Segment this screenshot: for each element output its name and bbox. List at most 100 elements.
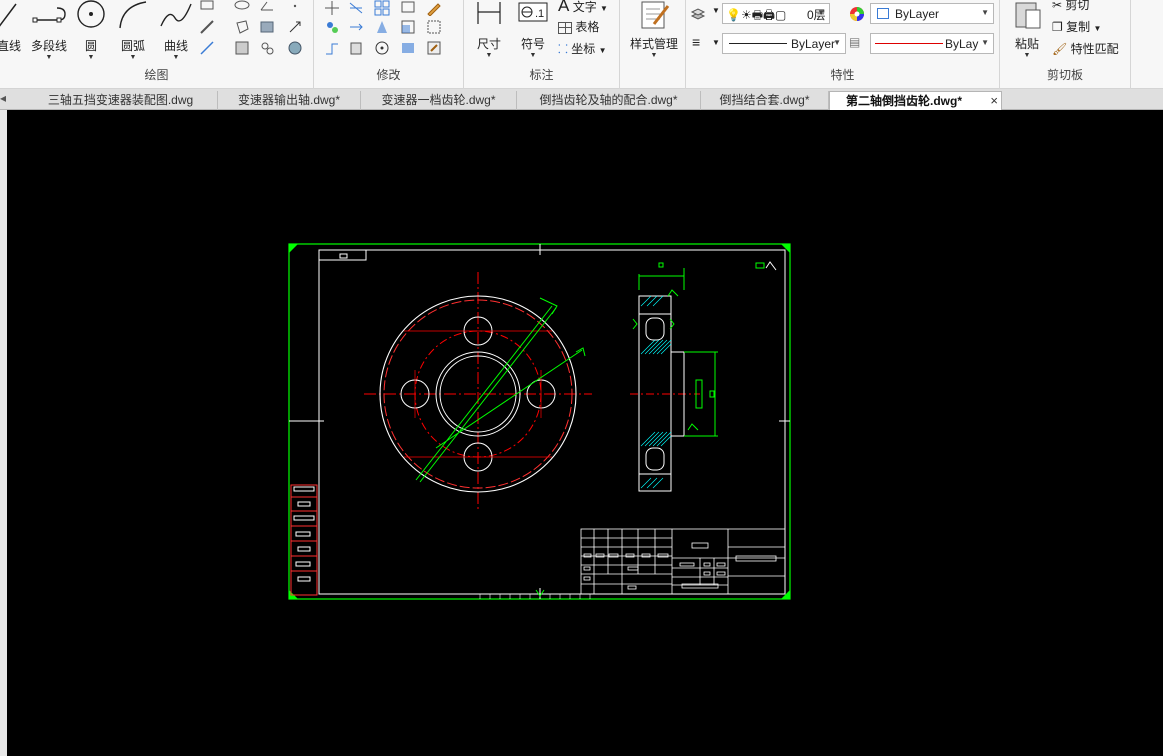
- tab-label: 变速器一档齿轮.dwg*: [381, 93, 496, 107]
- copy-object-icon[interactable]: [324, 19, 340, 35]
- paste-dropdown-arrow[interactable]: ▼: [1008, 52, 1046, 60]
- match-brush-icon: 🖌: [1052, 42, 1068, 56]
- circle-icon: [77, 0, 105, 28]
- scissors-icon: ✂: [1052, 0, 1063, 12]
- edit-icon[interactable]: [426, 0, 442, 16]
- properties-panel: ▼ 💡☀🖶🖨▢ 0层 ▼ ByLayer ▼ ≡ ▼ ByLayer ▼ ▤ B…: [686, 0, 1000, 89]
- curve-label: 曲线: [163, 39, 188, 53]
- extend-icon[interactable]: [348, 19, 364, 35]
- tab-first-gear[interactable]: 变速器一档齿轮.dwg*: [361, 91, 517, 110]
- color-wheel-icon[interactable]: [849, 6, 865, 22]
- array-icon[interactable]: [374, 0, 390, 16]
- style-manager-dropdown-arrow[interactable]: ▼: [624, 52, 684, 60]
- multiline-icon[interactable]: [259, 40, 275, 56]
- symbol-label: 符号: [520, 37, 545, 51]
- clipboard-panel: 粘贴 ▼ ✂ 剪切 ❐ 复制 ▼ 🖌 特性匹配 剪切板: [1000, 0, 1131, 89]
- cut-label: 剪切: [1065, 0, 1090, 12]
- app-window: 直线 多段线 ▼ 圆 ▼ 圆弧 ▼ 曲线 ▼ 绘图 修改 尺寸 ▼ .1 符号 …: [0, 0, 1163, 756]
- polyline-dropdown-arrow[interactable]: ▼: [27, 54, 71, 62]
- rotate-icon[interactable]: [374, 40, 390, 56]
- layer-manager-icon[interactable]: [690, 6, 706, 22]
- circle-label: 圆: [84, 39, 97, 53]
- block-icon[interactable]: [259, 19, 275, 35]
- dimension-button[interactable]: 尺寸 ▼: [472, 0, 506, 60]
- offset-icon[interactable]: [426, 19, 442, 35]
- point-icon[interactable]: [287, 0, 303, 16]
- angle-icon[interactable]: [259, 0, 275, 16]
- properties-panel-title: 特性: [830, 68, 855, 82]
- match-properties-button[interactable]: 🖌 特性匹配: [1052, 40, 1119, 57]
- region-icon[interactable]: [234, 19, 250, 35]
- text-label: 文字: [572, 0, 597, 14]
- construction-line-icon[interactable]: [199, 19, 215, 35]
- circle-button[interactable]: 圆 ▼: [74, 0, 108, 62]
- gear-front-view: [364, 272, 592, 512]
- stretch-icon[interactable]: [400, 0, 416, 16]
- paste-label: 粘贴: [1014, 37, 1039, 51]
- curve-dropdown-arrow[interactable]: ▼: [157, 54, 195, 62]
- lineweight-dropdown[interactable]: ByLay ▼: [870, 33, 994, 54]
- coordinate-button[interactable]: ⸬ 坐标 ▼: [558, 40, 607, 57]
- leader-icon[interactable]: [287, 19, 303, 35]
- explode-icon[interactable]: [400, 40, 416, 56]
- color-dropdown[interactable]: ByLayer ▼: [870, 3, 994, 24]
- arc-button[interactable]: 圆弧 ▼: [114, 0, 152, 62]
- mirror-icon[interactable]: [374, 19, 390, 35]
- paste-button[interactable]: 粘贴 ▼: [1008, 0, 1046, 60]
- style-manager-button[interactable]: 样式管理 ▼: [624, 0, 684, 60]
- move-icon[interactable]: [324, 0, 340, 16]
- text-icon: A: [558, 0, 570, 15]
- layer-dropdown[interactable]: 💡☀🖶🖨▢ 0层 ▼: [722, 3, 830, 24]
- wipeout-icon[interactable]: [287, 40, 303, 56]
- lineweight-icon[interactable]: ≡: [692, 34, 700, 50]
- scale-icon[interactable]: [400, 19, 416, 35]
- document-tab-bar: ◂ 三轴五挡变速器装配图.dwg 变速器输出轴.dwg* 变速器一档齿轮.dwg…: [0, 89, 1163, 111]
- symbol-dropdown-arrow[interactable]: ▼: [514, 52, 552, 60]
- frame-ticks: [479, 594, 591, 599]
- drawing-canvas[interactable]: [0, 110, 1163, 756]
- circle-dropdown-arrow[interactable]: ▼: [74, 54, 108, 62]
- hatch-icon[interactable]: [234, 40, 250, 56]
- tab-label: 倒挡结合套.dwg*: [719, 93, 810, 107]
- clipboard-panel-title: 剪切板: [1046, 68, 1083, 82]
- draw-panel-title: 绘图: [144, 68, 169, 82]
- tab-output-shaft[interactable]: 变速器输出轴.dwg*: [218, 91, 361, 110]
- layer-manager-arrow[interactable]: ▼: [712, 6, 720, 15]
- tab-second-shaft-reverse-gear[interactable]: 第二轴倒挡齿轮.dwg* ×: [829, 91, 1002, 111]
- linetype-scale-icon[interactable]: ▤: [849, 35, 860, 49]
- style-manager-icon: [641, 1, 670, 29]
- rectangle-icon[interactable]: [199, 0, 215, 16]
- text-button[interactable]: A 文字 ▼: [558, 0, 608, 16]
- tab-reverse-gear-fit[interactable]: 倒挡齿轮及轴的配合.dwg*: [517, 91, 701, 110]
- curve-button[interactable]: 曲线 ▼: [157, 0, 195, 62]
- linetype-dropdown[interactable]: ByLayer ▼: [722, 33, 846, 54]
- table-icon: [558, 21, 572, 34]
- copy-button[interactable]: ❐ 复制 ▼: [1052, 18, 1101, 35]
- tab-scroll-icon[interactable]: ◂: [0, 91, 6, 105]
- table-button[interactable]: 表格: [558, 18, 599, 35]
- revision-strip: [290, 484, 318, 596]
- ellipse-icon[interactable]: [234, 0, 250, 16]
- cut-button[interactable]: ✂ 剪切: [1052, 0, 1089, 13]
- trim-icon[interactable]: [348, 0, 364, 16]
- arc-dropdown-arrow[interactable]: ▼: [114, 54, 152, 62]
- lineweight-arrow[interactable]: ▼: [712, 38, 720, 47]
- line-button[interactable]: 直线: [0, 0, 22, 54]
- fillet-icon[interactable]: [324, 40, 340, 56]
- ray-icon[interactable]: [199, 40, 215, 56]
- tab-reverse-sleeve[interactable]: 倒挡结合套.dwg*: [701, 91, 829, 110]
- match-label: 特性匹配: [1070, 42, 1119, 56]
- tab-assembly[interactable]: 三轴五挡变速器装配图.dwg: [24, 91, 218, 110]
- tab-label: 变速器输出轴.dwg*: [237, 93, 341, 107]
- arc-label: 圆弧: [120, 39, 145, 53]
- linetype-value: ByLayer: [791, 37, 836, 51]
- polyline-button[interactable]: 多段线 ▼: [27, 0, 71, 62]
- dimension-dropdown-arrow[interactable]: ▼: [472, 52, 506, 60]
- symbol-button[interactable]: .1 符号 ▼: [514, 0, 552, 60]
- color-value: ByLayer: [895, 7, 940, 21]
- break-icon[interactable]: [348, 40, 364, 56]
- tab-close-icon[interactable]: ×: [990, 92, 998, 110]
- copy-icon: ❐: [1052, 20, 1063, 34]
- properties-edit-icon[interactable]: [426, 40, 442, 56]
- polyline-icon: [32, 7, 66, 23]
